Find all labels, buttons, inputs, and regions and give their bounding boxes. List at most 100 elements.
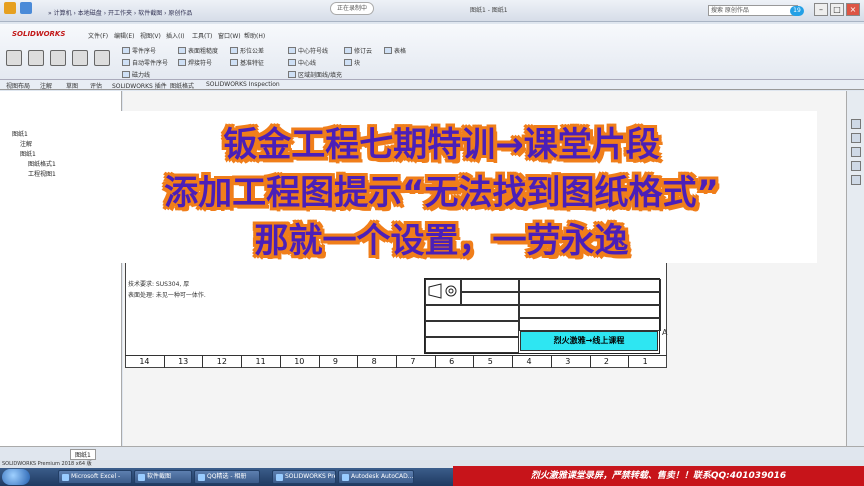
zone-divider: [396, 356, 397, 368]
zone-number: 10: [294, 357, 304, 366]
zone-number: 6: [449, 357, 454, 366]
zone-number: 12: [217, 357, 227, 366]
tree-item-drawing-view[interactable]: 工程视图1: [28, 169, 56, 178]
minimize-button[interactable]: –: [814, 3, 828, 16]
tab-evaluate[interactable]: 评估: [90, 81, 102, 90]
zone-divider: [241, 356, 242, 368]
zone-divider: [473, 356, 474, 368]
surface-finish-button[interactable]: 表面粗糙度: [178, 46, 218, 55]
task-folder[interactable]: 软件截图: [134, 470, 192, 484]
balloon-button[interactable]: 零件序号: [122, 46, 156, 55]
block-button[interactable]: 块: [344, 58, 360, 67]
auto-balloon-button[interactable]: 自动零件序号: [122, 58, 168, 67]
video-caption-overlay: 钣金工程七期特训→课堂片段 添加工程图提示“无法找到图纸格式” 那就一个设置，一…: [66, 111, 817, 263]
center-mark-icon: [288, 47, 296, 54]
search-input[interactable]: 搜索 原创作品: [708, 5, 798, 16]
file-explorer-icon[interactable]: [851, 147, 861, 157]
tolerance-icon: [230, 47, 238, 54]
menu-edit[interactable]: 编辑(E): [114, 31, 134, 40]
notification-badge[interactable]: 19: [790, 6, 804, 16]
centerline-button[interactable]: 中心线: [288, 58, 316, 67]
zone-number: 4: [527, 357, 532, 366]
document-title: 图纸1 - 图纸1: [470, 5, 508, 14]
model-items-icon[interactable]: [28, 50, 44, 66]
zone-divider: [357, 356, 358, 368]
view-palette-icon[interactable]: [851, 161, 861, 171]
hatch-button[interactable]: 区域剖面线/填充: [288, 70, 342, 79]
back-icon[interactable]: [20, 2, 32, 14]
tb-cell: [519, 318, 661, 331]
recording-indicator: 正在录制中: [330, 2, 374, 15]
tree-item-sheet[interactable]: 图纸1: [20, 149, 36, 158]
format-painter-icon[interactable]: [72, 50, 88, 66]
menu-view[interactable]: 视图(V): [140, 31, 161, 40]
tb-cell: [425, 321, 519, 337]
balloon-icon: [122, 47, 130, 54]
design-library-icon[interactable]: [851, 133, 861, 143]
zone-number: 1: [643, 357, 648, 366]
auto-balloon-icon: [122, 59, 130, 66]
ribbon-toolbar: SOLIDWORKS 文件(F) 编辑(E) 视图(V) 插入(I) 工具(T)…: [0, 24, 864, 80]
appearances-icon[interactable]: [851, 175, 861, 185]
tab-sheet-format[interactable]: 图纸格式: [170, 81, 194, 90]
command-tabs: 视图布局 注解 草图 评估 SOLIDWORKS 插件 图纸格式 SOLIDWO…: [0, 80, 864, 90]
resources-icon[interactable]: [851, 119, 861, 129]
zone-number: 11: [256, 357, 266, 366]
tab-sketch[interactable]: 草图: [66, 81, 78, 90]
projection-icon: [427, 281, 459, 301]
zone-divider: [628, 356, 629, 368]
task-solidworks[interactable]: SOLIDWORKS Pre...: [272, 470, 336, 484]
tree-item-drawing[interactable]: 图纸1: [12, 129, 28, 138]
tab-view-layout[interactable]: 视图布局: [6, 81, 30, 90]
cloud-icon: [344, 47, 352, 54]
sheet-tab[interactable]: 图纸1: [70, 449, 96, 460]
zone-divider: [202, 356, 203, 368]
zone-number: 2: [604, 357, 609, 366]
menu-insert[interactable]: 插入(I): [166, 31, 184, 40]
magnetic-line-button[interactable]: 磁力线: [122, 70, 150, 79]
zone-divider: [319, 356, 320, 368]
task-autocad[interactable]: Autodesk AutoCAD...: [338, 470, 414, 484]
material-note: 技术要求: SUS304, 厚: [128, 279, 189, 288]
maximize-button[interactable]: □: [830, 3, 844, 16]
spell-check-icon[interactable]: [50, 50, 66, 66]
solidworks-logo: SOLIDWORKS: [12, 30, 65, 38]
task-pane-tabs: [846, 91, 864, 446]
zone-ruler: 1413121110987654321: [125, 355, 667, 368]
block-icon: [344, 59, 352, 66]
close-button[interactable]: ×: [846, 3, 860, 16]
tb-cell: [519, 279, 661, 292]
tb-cell: [461, 279, 519, 292]
tree-item-sheet-format[interactable]: 图纸格式1: [28, 159, 56, 168]
zone-number: 14: [139, 357, 149, 366]
zone-number: 13: [178, 357, 188, 366]
tb-cell: [519, 292, 661, 305]
zone-number: 8: [372, 357, 377, 366]
menu-help[interactable]: 帮助(H): [244, 31, 265, 40]
window-title-bar: » 计算机 › 本地磁盘 › 开工作夹 › 软件截图 › 原创作品 正在录制中 …: [0, 0, 864, 22]
tb-cell: [519, 305, 661, 318]
geometric-tolerance-button[interactable]: 形位公差: [230, 46, 264, 55]
smart-dimension-icon[interactable]: [6, 50, 22, 66]
tree-item-annotations[interactable]: 注解: [20, 139, 32, 148]
tab-addins[interactable]: SOLIDWORKS 插件: [112, 81, 167, 90]
menu-file[interactable]: 文件(F): [88, 31, 108, 40]
start-button[interactable]: [2, 469, 30, 485]
datum-feature-button[interactable]: 基准特征: [230, 58, 264, 67]
tab-inspection[interactable]: SOLIDWORKS Inspection: [206, 81, 280, 88]
tab-annotation[interactable]: 注解: [40, 81, 52, 90]
center-mark-button[interactable]: 中心符号线: [288, 46, 328, 55]
note-icon[interactable]: [94, 50, 110, 66]
menu-tools[interactable]: 工具(T): [192, 31, 212, 40]
task-excel[interactable]: Microsoft Excel -: [58, 470, 132, 484]
weld-symbol-button[interactable]: 焊接符号: [178, 58, 212, 67]
caption-line-3: 那就一个设置，一劳永逸: [66, 213, 817, 262]
centerline-icon: [288, 59, 296, 66]
breadcrumb[interactable]: » 计算机 › 本地磁盘 › 开工作夹 › 软件截图 › 原创作品: [48, 8, 192, 17]
menu-window[interactable]: 窗口(W): [218, 31, 241, 40]
table-button[interactable]: 表格: [384, 46, 406, 55]
tb-cell: [425, 305, 519, 321]
folder-icon[interactable]: [4, 2, 16, 14]
task-qq[interactable]: QQ精选 - 相册: [194, 470, 260, 484]
revision-cloud-button[interactable]: 修订云: [344, 46, 372, 55]
